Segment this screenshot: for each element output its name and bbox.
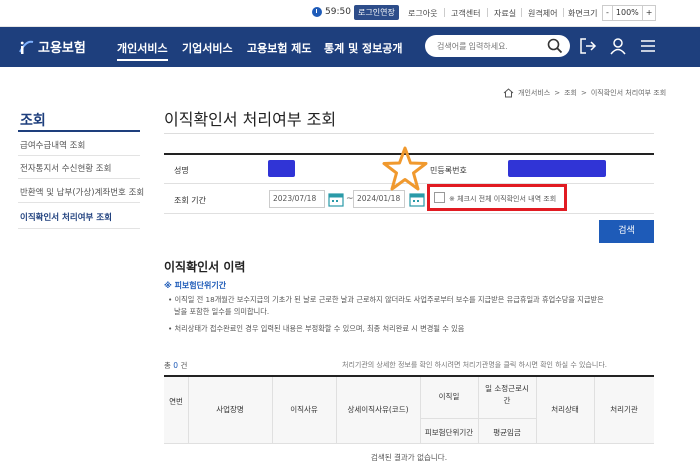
logo-text: 고용보험 bbox=[38, 41, 86, 56]
divider bbox=[164, 133, 654, 134]
result-count-value: 0 bbox=[173, 361, 179, 370]
breadcrumb-item[interactable]: 개인서비스 bbox=[518, 88, 550, 98]
table-top-border bbox=[164, 375, 654, 377]
col-separation-date: 이직일 bbox=[438, 392, 460, 401]
breadcrumb-item[interactable]: 조회 bbox=[564, 88, 577, 98]
divider bbox=[18, 202, 140, 203]
divider bbox=[420, 418, 536, 419]
utility-bar: 59:50 로그인연장 로그아웃 고객센터 자료실 원격제어 화면크기 - 10… bbox=[0, 0, 700, 27]
menu-icon[interactable] bbox=[638, 36, 658, 56]
date-from-input[interactable]: 2023/07/18 bbox=[269, 190, 325, 208]
history-section-title: 이직확인서 이력 bbox=[164, 260, 246, 274]
col-working-hours: 일 소정근로시간 bbox=[485, 384, 529, 405]
home-icon[interactable] bbox=[503, 88, 514, 98]
note-text: • 이직일 전 18개월간 보수지급의 기초가 된 날로 근로한 날과 근로하지… bbox=[168, 295, 604, 304]
result-count: 총 0 건 bbox=[164, 361, 188, 370]
note-text: • 처리상태가 접수완료인 경우 입력된 내용은 부정확할 수 있으며, 최종 … bbox=[168, 324, 465, 333]
col-agency: 처리기관 bbox=[610, 405, 638, 414]
insured-period-heading: ※ 피보험단위기간 bbox=[164, 281, 227, 290]
divider bbox=[563, 8, 564, 17]
nav-insurance-system[interactable]: 고용보험 제도 bbox=[247, 40, 312, 56]
nav-business-services[interactable]: 기업서비스 bbox=[182, 40, 233, 56]
sidebar-item-refund-account[interactable]: 반환액 및 납부(가상)계좌번호 조회 bbox=[20, 186, 144, 198]
divider bbox=[18, 228, 140, 229]
sidebar-item-benefit-history[interactable]: 급여수급내역 조회 bbox=[20, 139, 85, 151]
remote-control-link[interactable]: 원격제어 bbox=[528, 8, 557, 19]
zoom-out-button[interactable]: - bbox=[603, 6, 612, 20]
page-title: 이직확인서 처리여부 조회 bbox=[164, 110, 337, 129]
redacted-reg-number bbox=[508, 160, 606, 177]
logout-icon[interactable] bbox=[578, 36, 598, 56]
site-logo[interactable]: 고용보험 bbox=[17, 37, 86, 56]
col-status: 처리상태 bbox=[551, 405, 579, 414]
session-timer: 59:50 bbox=[312, 7, 351, 17]
breadcrumb-current: 이직확인서 처리여부 조회 bbox=[590, 89, 667, 97]
search-icon[interactable] bbox=[547, 38, 563, 54]
divider bbox=[164, 443, 654, 444]
chevron-right-icon: > bbox=[580, 89, 587, 97]
reg-number-label: 민등록번호 bbox=[430, 166, 467, 175]
name-label: 성명 bbox=[174, 166, 189, 175]
col-no: 연번 bbox=[169, 397, 183, 406]
calendar-icon[interactable] bbox=[409, 191, 425, 207]
divider bbox=[521, 8, 522, 17]
note-text: 날을 포함한 일수를 의미합니다. bbox=[174, 307, 270, 316]
zoom-in-button[interactable]: + bbox=[643, 6, 656, 20]
main-header: 고용보험 개인서비스 기업서비스 고용보험 제도 통계 및 정보공개 bbox=[0, 27, 700, 67]
col-detail-reason: 상세이직사유(코드) bbox=[347, 405, 409, 414]
divider bbox=[18, 130, 140, 132]
logout-link[interactable]: 로그아웃 bbox=[408, 8, 437, 19]
logo-icon bbox=[19, 40, 34, 54]
user-icon[interactable] bbox=[608, 36, 628, 56]
divider bbox=[487, 8, 488, 17]
chevron-right-icon: > bbox=[554, 89, 561, 97]
no-result-message: 검색된 결과가 없습니다. bbox=[370, 453, 448, 462]
nav-personal-services[interactable]: 개인서비스 bbox=[117, 40, 168, 61]
clock-icon bbox=[312, 7, 322, 17]
sidebar-title: 조회 bbox=[20, 113, 46, 129]
customer-center-link[interactable]: 고객센터 bbox=[451, 8, 480, 19]
zoom-control: - 100% + bbox=[602, 5, 657, 21]
col-average-wage: 평균임금 bbox=[493, 428, 521, 437]
all-history-checkbox-label[interactable]: ※ 체크시 전체 이직확인서 내역 조회 bbox=[449, 194, 556, 204]
extend-login-button[interactable]: 로그인연장 bbox=[354, 5, 399, 20]
timer-value: 59:50 bbox=[325, 7, 351, 17]
star-icon bbox=[382, 146, 428, 191]
sidebar-item-e-notice[interactable]: 전자통지서 수신현황 조회 bbox=[20, 162, 111, 174]
nav-statistics[interactable]: 통계 및 정보공개 bbox=[324, 40, 403, 56]
search-button[interactable]: 검색 bbox=[599, 220, 654, 243]
date-to-input[interactable]: 2024/01/18 bbox=[353, 190, 405, 208]
divider bbox=[444, 8, 445, 17]
screen-size-label: 화면크기 bbox=[568, 9, 598, 18]
all-history-checkbox[interactable] bbox=[434, 192, 445, 203]
zoom-value: 100% bbox=[611, 6, 643, 20]
sidebar-item-separation-cert[interactable]: 이직확인서 처리여부 조회 bbox=[20, 211, 112, 223]
col-company: 사업장명 bbox=[216, 405, 244, 414]
archive-link[interactable]: 자료실 bbox=[494, 8, 516, 19]
divider bbox=[18, 155, 140, 156]
col-insured-period: 피보험단위기간 bbox=[424, 428, 474, 437]
period-label: 조회 기간 bbox=[174, 196, 206, 205]
col-reason: 이직사유 bbox=[290, 405, 318, 414]
divider bbox=[18, 178, 140, 179]
calendar-icon[interactable] bbox=[328, 191, 344, 207]
redacted-name bbox=[268, 160, 295, 177]
divider bbox=[164, 213, 654, 214]
table-help-text: 처리기관의 상세한 정보를 확인 하시려면 처리기관명을 클릭 하시면 확인 하… bbox=[342, 361, 607, 369]
breadcrumb: 개인서비스 > 조회 > 이직확인서 처리여부 조회 bbox=[503, 88, 666, 98]
